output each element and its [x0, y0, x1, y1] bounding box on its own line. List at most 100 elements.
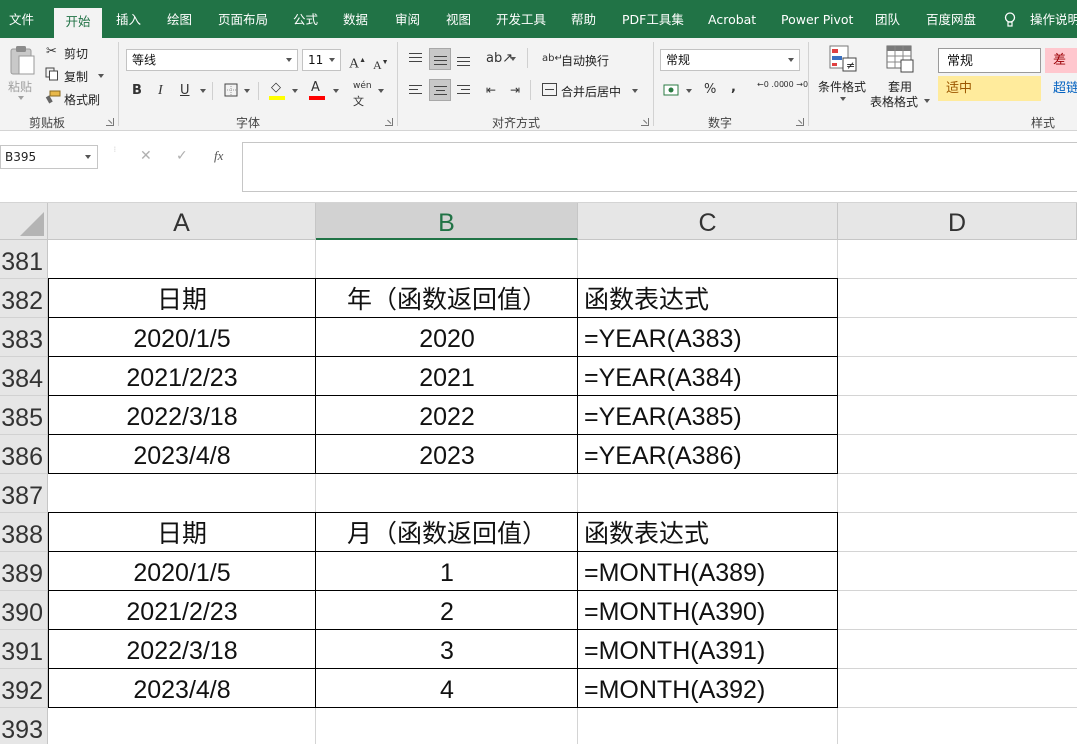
tab-page-layout[interactable]: 页面布局 — [218, 0, 268, 38]
paste-button[interactable]: 粘贴 — [8, 78, 32, 95]
row-header[interactable]: 388 — [0, 513, 48, 552]
tab-view[interactable]: 视图 — [446, 0, 471, 38]
font-dialog-launcher[interactable] — [385, 118, 393, 126]
cell-style-neutral[interactable]: 适中 — [938, 76, 1041, 101]
cell-b382[interactable]: 年（函数返回值） — [316, 279, 578, 318]
middle-align-button[interactable] — [429, 48, 451, 70]
paste-icon[interactable] — [8, 44, 36, 76]
row-header[interactable]: 393 — [0, 708, 48, 744]
tab-review[interactable]: 审阅 — [395, 0, 420, 38]
row-header[interactable]: 391 — [0, 630, 48, 669]
tab-developer[interactable]: 开发工具 — [496, 0, 546, 38]
cell-style-bad[interactable]: 差 — [1045, 48, 1077, 73]
cell-a381[interactable] — [48, 240, 316, 279]
chevron-down-icon[interactable] — [510, 57, 516, 61]
chevron-down-icon[interactable] — [686, 89, 692, 93]
cell-b385[interactable]: 2022 — [316, 396, 578, 435]
column-header-d[interactable]: D — [838, 203, 1077, 240]
cell-b387[interactable] — [316, 474, 578, 513]
chevron-down-icon[interactable] — [840, 97, 846, 101]
cell-a384[interactable]: 2021/2/23 — [48, 357, 316, 396]
alignment-dialog-launcher[interactable] — [641, 118, 649, 126]
cell-style-normal[interactable]: 常规 — [938, 48, 1041, 73]
cell-c385[interactable]: =YEAR(A385) — [578, 396, 838, 435]
decrease-indent-icon[interactable]: ⇤ — [486, 82, 496, 98]
cell-a392[interactable]: 2023/4/8 — [48, 669, 316, 708]
cell-b386[interactable]: 2023 — [316, 435, 578, 474]
chevron-down-icon[interactable] — [333, 89, 339, 93]
phonetic-guide-button[interactable]: wén 文 — [353, 78, 372, 111]
tab-power-pivot[interactable]: Power Pivot — [781, 0, 853, 38]
cell-c390[interactable]: =MONTH(A390) — [578, 591, 838, 630]
chevron-down-icon[interactable] — [924, 99, 930, 103]
cell-b388[interactable]: 月（函数返回值） — [316, 513, 578, 552]
align-center-button[interactable] — [429, 79, 451, 101]
tab-acrobat[interactable]: Acrobat — [708, 0, 756, 38]
tab-baidu-netdisk[interactable]: 百度网盘 — [926, 0, 976, 38]
formula-input[interactable] — [242, 142, 1077, 192]
bottom-align-button[interactable] — [453, 48, 475, 70]
cell-c386[interactable]: =YEAR(A386) — [578, 435, 838, 474]
cell-a389[interactable]: 2020/1/5 — [48, 552, 316, 591]
select-all-button[interactable] — [0, 203, 48, 240]
increase-font-size-button[interactable]: A▲ — [349, 52, 366, 73]
cell-b392[interactable]: 4 — [316, 669, 578, 708]
cell-c391[interactable]: =MONTH(A391) — [578, 630, 838, 669]
merge-center-button[interactable]: 合并后居中 — [561, 83, 621, 100]
cell-c381[interactable] — [578, 240, 838, 279]
tab-pdf-tools[interactable]: PDF工具集 — [622, 0, 684, 38]
conditional-formatting-button[interactable]: 条件格式 — [818, 78, 866, 95]
clipboard-dialog-launcher[interactable] — [106, 118, 114, 126]
top-align-button[interactable] — [405, 48, 427, 70]
column-header-b[interactable]: B — [316, 203, 578, 240]
format-painter-button[interactable]: 格式刷 — [64, 91, 100, 108]
tab-team[interactable]: 团队 — [875, 0, 900, 38]
cell-c387[interactable] — [578, 474, 838, 513]
tab-draw[interactable]: 绘图 — [167, 0, 192, 38]
row-header[interactable]: 390 — [0, 591, 48, 630]
insert-function-button[interactable]: fx — [214, 148, 223, 164]
decrease-font-size-button[interactable]: A▼ — [373, 54, 389, 73]
cell-b381[interactable] — [316, 240, 578, 279]
tab-help[interactable]: 帮助 — [571, 0, 596, 38]
cell-b383[interactable]: 2020 — [316, 318, 578, 357]
font-color-icon[interactable]: A — [311, 80, 320, 96]
cell-c392[interactable]: =MONTH(A392) — [578, 669, 838, 708]
cell-style-hyperlink[interactable]: 超链 — [1045, 76, 1077, 101]
row-header[interactable]: 381 — [0, 240, 48, 279]
chevron-down-icon[interactable] — [292, 89, 298, 93]
increase-indent-icon[interactable]: ⇥ — [510, 82, 520, 98]
cell-a386[interactable]: 2023/4/8 — [48, 435, 316, 474]
tab-data[interactable]: 数据 — [343, 0, 368, 38]
bold-button[interactable]: B — [132, 83, 142, 99]
cell-c383[interactable]: =YEAR(A383) — [578, 318, 838, 357]
underline-button[interactable]: U — [180, 83, 190, 99]
borders-icon[interactable] — [224, 83, 238, 97]
column-header-c[interactable]: C — [578, 203, 838, 240]
accounting-format-icon[interactable] — [663, 83, 681, 97]
cell-a388[interactable]: 日期 — [48, 513, 316, 552]
format-as-table-button[interactable]: 表格格式 — [870, 93, 918, 110]
chevron-down-icon[interactable] — [244, 89, 250, 93]
chevron-down-icon[interactable] — [98, 74, 104, 78]
cancel-entry-button[interactable]: ✕ — [140, 148, 152, 164]
row-header[interactable]: 382 — [0, 279, 48, 318]
cell-a393[interactable] — [48, 708, 316, 744]
column-header-a[interactable]: A — [48, 203, 316, 240]
number-format-dropdown[interactable]: 常规 — [660, 49, 800, 71]
cell-b389[interactable]: 1 — [316, 552, 578, 591]
chevron-down-icon[interactable] — [200, 89, 206, 93]
more-options-icon[interactable]: ⋮ — [112, 147, 118, 153]
decrease-decimal-button[interactable]: .00 →0 — [781, 80, 808, 89]
percent-style-button[interactable]: % — [704, 82, 716, 98]
tab-insert[interactable]: 插入 — [116, 0, 141, 38]
comma-style-button[interactable]: , — [731, 80, 736, 96]
row-header[interactable]: 392 — [0, 669, 48, 708]
lightbulb-icon[interactable] — [1004, 12, 1016, 28]
cell-b384[interactable]: 2021 — [316, 357, 578, 396]
row-header[interactable]: 384 — [0, 357, 48, 396]
align-right-button[interactable] — [453, 79, 475, 101]
enter-formula-button[interactable]: ✓ — [176, 148, 188, 164]
tab-home[interactable]: 开始 — [54, 8, 102, 38]
cut-button[interactable]: 剪切 — [64, 45, 88, 62]
